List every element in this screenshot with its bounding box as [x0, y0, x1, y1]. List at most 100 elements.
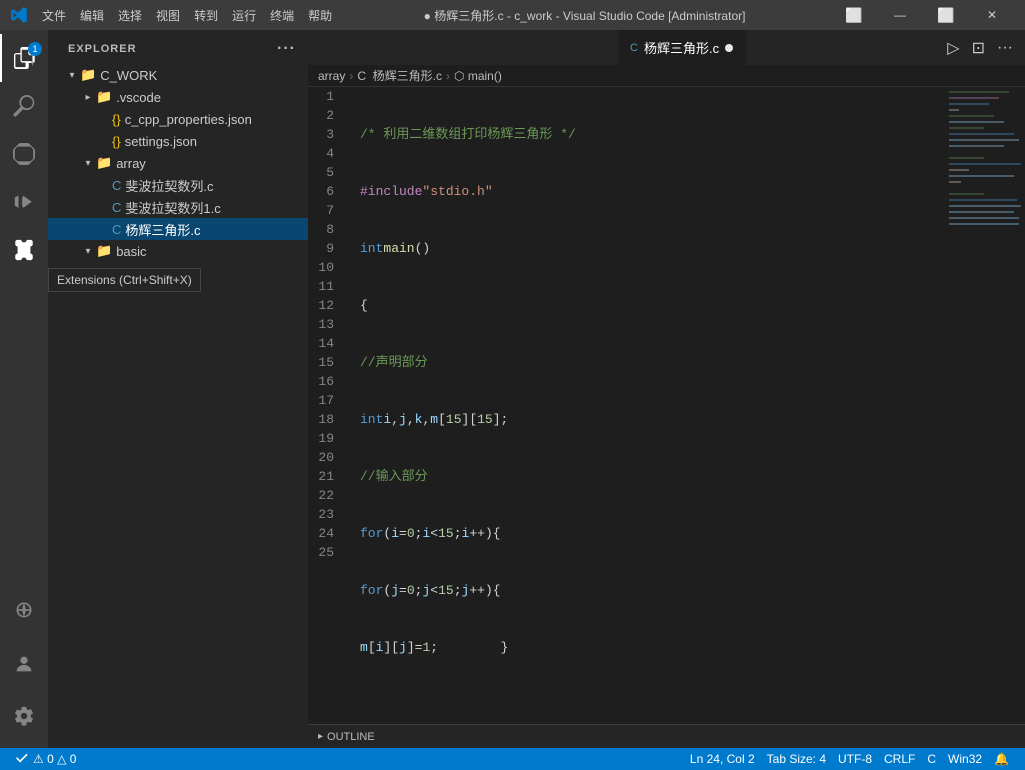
sidebar-header: EXPLORER ··· [48, 30, 308, 64]
c-file-icon: C [112, 222, 121, 237]
line-18: 18 [308, 410, 342, 429]
breadcrumb-array[interactable]: array [318, 69, 345, 83]
code-line-4: { [360, 296, 945, 315]
folder-icon: 📁 [96, 155, 112, 171]
code-line-1: /* 利用二维数组打印杨辉三角形 */ [360, 125, 945, 144]
breadcrumb-sep2: › [446, 69, 450, 83]
restore-button[interactable]: ⬜ [831, 0, 877, 30]
code-line-8: for(i=0;i<15;i++) { [360, 524, 945, 543]
status-language-text: C [927, 752, 936, 766]
line-8: 8 [308, 220, 342, 239]
tree-item-fibonacci[interactable]: C 斐波拉契数列.c [48, 174, 308, 196]
code-line-11 [360, 695, 945, 714]
line-10: 10 [308, 258, 342, 277]
tree-item-c-cpp-props[interactable]: {} c_cpp_properties.json [48, 108, 308, 130]
menu-terminal[interactable]: 终端 [264, 5, 300, 26]
run-icon[interactable]: ▷ [943, 36, 963, 60]
breadcrumb-symbol[interactable]: ⬡ main() [454, 69, 502, 83]
activity-account[interactable] [0, 640, 48, 688]
breadcrumb-sep1: › [349, 69, 353, 83]
tree-item-basic[interactable]: ▾ 📁 basic [48, 240, 308, 262]
tab-yanghui[interactable]: C 杨辉三角形.c [618, 30, 746, 65]
tree-item-yanghui[interactable]: C 杨辉三角形.c [48, 218, 308, 240]
status-platform[interactable]: Win32 [942, 748, 988, 770]
menu-edit[interactable]: 编辑 [74, 5, 110, 26]
line-23: 23 [308, 505, 342, 524]
line-25: 25 [308, 543, 342, 562]
activity-bottom [0, 586, 48, 748]
fibonacci1-label: 斐波拉契数列1.c [125, 198, 220, 217]
line-24: 24 [308, 524, 342, 543]
tree-item-vscode[interactable]: ▸ 📁 .vscode [48, 86, 308, 108]
breadcrumb: array › C 杨辉三角形.c › ⬡ main() [308, 65, 1025, 87]
close-button[interactable]: ✕ [969, 0, 1015, 30]
status-lineending[interactable]: CRLF [878, 748, 921, 770]
line-2: 2 [308, 106, 342, 125]
line-3: 3 [308, 125, 342, 144]
minimize-button[interactable]: — [877, 0, 923, 30]
more-actions-icon[interactable]: ··· [993, 37, 1017, 59]
maximize-button[interactable]: ⬜ [923, 0, 969, 30]
window-controls: ⬜ — ⬜ ✕ [831, 0, 1015, 30]
menu-selection[interactable]: 选择 [112, 5, 148, 26]
tab-c-icon: C [630, 42, 638, 54]
status-tabsize[interactable]: Tab Size: 4 [761, 748, 832, 770]
menu-bar: 文件 编辑 选择 视图 转到 运行 终端 帮助 [36, 5, 338, 26]
code-line-5: //声明部分 [360, 353, 945, 372]
status-remote[interactable]: ⚠ 0 △ 0 [10, 748, 82, 770]
code-content[interactable]: /* 利用二维数组打印杨辉三角形 */ #include "stdio.h" i… [352, 87, 945, 724]
menu-run[interactable]: 运行 [226, 5, 262, 26]
line-21: 21 [308, 467, 342, 486]
status-right: Ln 24, Col 2 Tab Size: 4 UTF-8 CRLF C Wi… [684, 748, 1015, 770]
sidebar: EXPLORER ··· ▾ 📁 C_WORK ▸ 📁 .vscode {} c… [48, 30, 308, 748]
c-file-icon: C [112, 200, 121, 215]
array-label: array [116, 156, 146, 171]
activity-settings[interactable] [0, 692, 48, 740]
menu-file[interactable]: 文件 [36, 5, 72, 26]
activity-remote[interactable] [0, 586, 48, 634]
code-line-6: int i,j,k,m[15][15]; [360, 410, 945, 429]
code-line-9: for(j=0;j<15;j++) { [360, 581, 945, 600]
status-notifications[interactable]: 🔔 [988, 748, 1015, 770]
tree-item-settings[interactable]: {} settings.json [48, 130, 308, 152]
sidebar-more-button[interactable]: ··· [277, 40, 296, 58]
code-line-2: #include "stdio.h" [360, 182, 945, 201]
fibonacci-label: 斐波拉契数列.c [125, 176, 213, 195]
chevron-right-icon: ▸ [80, 92, 96, 103]
tree-item-array[interactable]: ▾ 📁 array [48, 152, 308, 174]
activity-run[interactable] [0, 178, 48, 226]
line-6: 6 [308, 182, 342, 201]
activity-extensions[interactable] [0, 226, 48, 274]
status-language[interactable]: C [921, 748, 942, 770]
status-line-col[interactable]: Ln 24, Col 2 [684, 748, 761, 770]
line-14: 14 [308, 334, 342, 353]
breadcrumb-file[interactable]: C 杨辉三角形.c [357, 67, 442, 84]
vscode-logo-icon [10, 6, 28, 24]
activity-explorer[interactable]: 1 [0, 34, 48, 82]
outline-panel[interactable]: ▸ OUTLINE [308, 724, 1025, 748]
tab-actions: ▷ ⊡ ··· [943, 36, 1025, 60]
split-icon[interactable]: ⊡ [968, 36, 989, 60]
activity-git[interactable] [0, 130, 48, 178]
chevron-down-icon: ▾ [80, 246, 96, 257]
activity-bar: 1 Extensions (Ctrl+Shift+X) [0, 30, 48, 748]
status-tabsize-text: Tab Size: 4 [767, 752, 826, 766]
tab-label: 杨辉三角形.c [644, 38, 719, 57]
activity-search[interactable] [0, 82, 48, 130]
chevron-down-icon: ▾ [64, 70, 80, 81]
cwork-label: C_WORK [100, 68, 157, 83]
json-icon: {} [112, 134, 121, 149]
tree-item-fibonacci1[interactable]: C 斐波拉契数列1.c [48, 196, 308, 218]
folder-icon: 📁 [80, 67, 96, 83]
folder-icon: 📁 [96, 243, 112, 259]
folder-icon: 📁 [96, 89, 112, 105]
status-lineending-text: CRLF [884, 752, 915, 766]
json-icon: {} [112, 112, 121, 127]
titlebar: 文件 编辑 选择 视图 转到 运行 终端 帮助 ● 杨辉三角形.c - c_wo… [0, 0, 1025, 30]
status-encoding[interactable]: UTF-8 [832, 748, 878, 770]
menu-help[interactable]: 帮助 [302, 5, 338, 26]
tree-item-cwork[interactable]: ▾ 📁 C_WORK [48, 64, 308, 86]
line-5: 5 [308, 163, 342, 182]
menu-view[interactable]: 视图 [150, 5, 186, 26]
menu-go[interactable]: 转到 [188, 5, 224, 26]
